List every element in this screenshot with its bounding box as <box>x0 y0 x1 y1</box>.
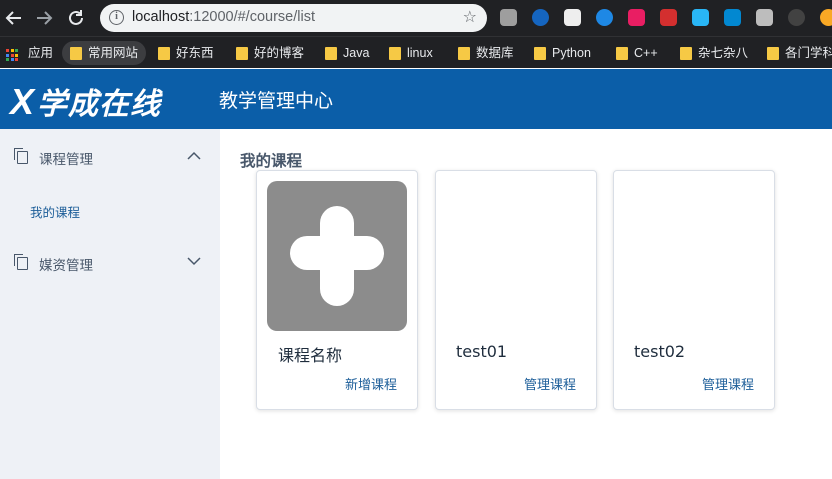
extension-icon[interactable] <box>500 9 517 26</box>
bookmark-label: 各门学科 <box>785 46 832 60</box>
chevron-down-icon <box>187 257 201 266</box>
sidebar-media-management[interactable]: 媒资管理 <box>0 235 220 291</box>
page-title: 我的课程 <box>240 152 303 170</box>
folder-icon <box>680 47 692 60</box>
folder-icon <box>70 47 82 60</box>
bookmark-folder[interactable]: 好东西 <box>156 41 214 65</box>
folder-icon <box>236 47 248 60</box>
course-card-add: 课程名称 新增课程 <box>256 170 418 410</box>
forward-arrow-icon[interactable] <box>32 6 56 30</box>
app-header: X学成在线 教学管理中心 <box>0 69 832 129</box>
bookmark-label: Java <box>343 46 370 60</box>
folder-icon <box>325 47 337 60</box>
bookmark-label: 好的博客 <box>254 46 305 60</box>
bookmark-folder[interactable]: 杂七杂八 <box>678 41 748 65</box>
bookmark-label: 数据库 <box>476 46 514 60</box>
extension-icon[interactable] <box>820 9 832 26</box>
browser-toolbar: i localhost:12000/#/course/list ☆ <box>0 0 832 36</box>
document-icon <box>14 254 28 270</box>
extension-icon[interactable] <box>756 9 773 26</box>
site-info-icon[interactable]: i <box>109 10 124 25</box>
bookmark-label: 杂七杂八 <box>698 46 749 60</box>
chevron-up-icon <box>187 151 201 160</box>
course-card: test02 管理课程 <box>613 170 775 410</box>
folder-icon <box>767 47 779 60</box>
back-arrow-icon[interactable] <box>2 6 26 30</box>
bookmark-folder[interactable]: Java <box>323 41 369 65</box>
apps-shortcut[interactable]: 应用 <box>0 41 53 65</box>
bookmark-folder[interactable]: C++ <box>614 41 658 65</box>
bookmarks-bar: 应用 常用网站 好东西 好的博客 Java linux 数据库 Python C… <box>0 36 832 68</box>
extension-icon[interactable] <box>596 9 613 26</box>
bookmark-label: 常用网站 <box>88 46 139 60</box>
header-subtitle: 教学管理中心 <box>219 90 334 112</box>
course-thumbnail[interactable] <box>267 181 407 331</box>
extension-icon[interactable] <box>564 9 581 26</box>
folder-icon <box>458 47 470 60</box>
extension-icon[interactable] <box>788 9 805 26</box>
sidebar-item-label: 媒资管理 <box>39 258 93 274</box>
sidebar-item-label: 我的课程 <box>30 205 81 220</box>
course-name: test01 <box>456 342 508 361</box>
bookmark-folder[interactable]: 数据库 <box>456 41 514 65</box>
bookmark-folder[interactable]: 各门学科 <box>765 41 832 65</box>
bookmark-label: 好东西 <box>176 46 214 60</box>
folder-icon <box>158 47 170 60</box>
add-course-link[interactable]: 新增课程 <box>345 374 397 393</box>
bookmark-folder[interactable]: linux <box>387 41 433 65</box>
bookmark-label: C++ <box>634 46 658 60</box>
manage-course-link[interactable]: 管理课程 <box>524 374 576 393</box>
bookmark-folder[interactable]: 好的博客 <box>234 41 304 65</box>
folder-icon <box>534 47 546 60</box>
url-text[interactable]: localhost:12000/#/course/list <box>132 9 315 25</box>
plus-icon <box>320 206 354 306</box>
folder-icon <box>389 47 401 60</box>
course-name: 课程名称 <box>278 346 343 365</box>
manage-course-link[interactable]: 管理课程 <box>702 374 754 393</box>
document-icon <box>14 148 28 164</box>
extension-icon[interactable] <box>692 9 709 26</box>
bookmark-star-icon[interactable]: ☆ <box>463 7 477 26</box>
extension-icon[interactable] <box>660 9 677 26</box>
sidebar-course-management[interactable]: 课程管理 <box>0 129 220 185</box>
logo-text: 学成在线 <box>37 87 162 122</box>
bookmark-folder[interactable]: Python <box>532 41 591 65</box>
logo-x-mark: X <box>10 81 36 122</box>
course-name: test02 <box>634 342 686 361</box>
extension-icon[interactable] <box>724 9 741 26</box>
course-card: test01 管理课程 <box>435 170 597 410</box>
sidebar-item-my-courses[interactable]: 我的课程 <box>0 190 220 230</box>
bookmark-label: linux <box>407 46 433 60</box>
bookmark-label: Python <box>552 46 591 60</box>
site-logo[interactable]: X学成在线 <box>10 79 161 123</box>
apps-grid-icon <box>6 49 18 61</box>
reload-icon[interactable] <box>64 6 88 30</box>
folder-icon <box>616 47 628 60</box>
sidebar: 课程管理 我的课程 媒资管理 <box>0 129 220 479</box>
bookmark-folder[interactable]: 常用网站 <box>62 41 147 65</box>
extension-icon[interactable] <box>532 9 549 26</box>
extension-icon[interactable] <box>628 9 645 26</box>
apps-label: 应用 <box>28 46 54 60</box>
address-bar[interactable]: i localhost:12000/#/course/list ☆ <box>100 4 487 32</box>
sidebar-item-label: 课程管理 <box>39 152 93 168</box>
